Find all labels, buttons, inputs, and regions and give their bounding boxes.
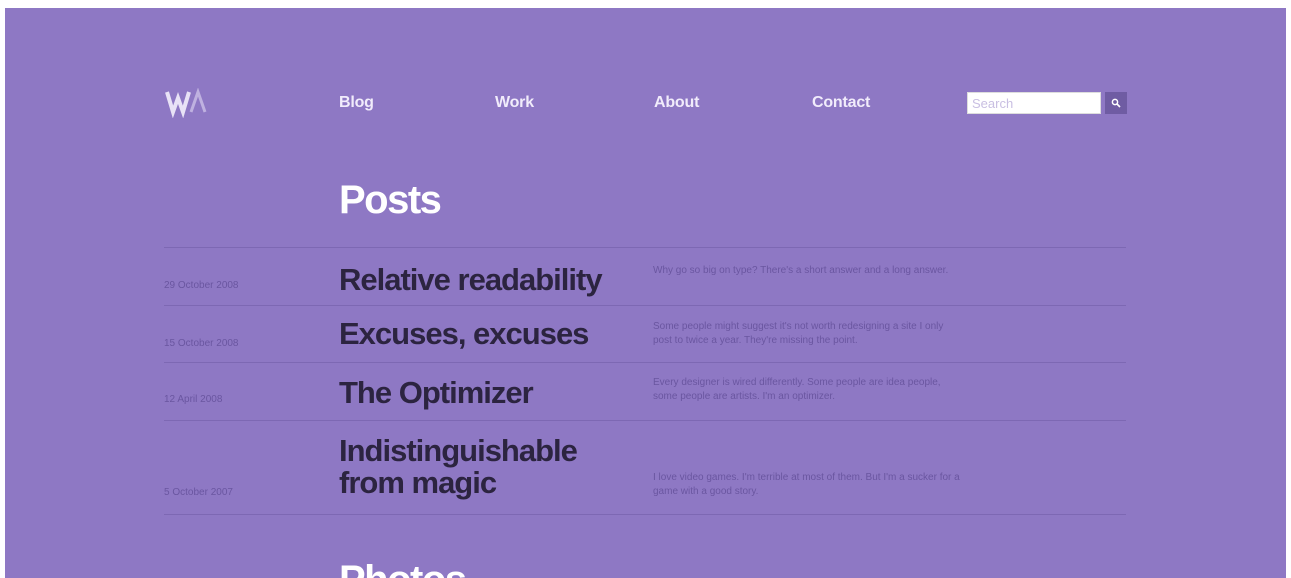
logo-mark-icon (165, 87, 207, 119)
post-excerpt: I love video games. I'm terrible at most… (653, 472, 960, 497)
nav-work[interactable]: Work (495, 94, 534, 112)
post-date: 12 April 2008 (164, 394, 223, 405)
divider (164, 247, 1126, 248)
photos-heading: Photos (339, 558, 467, 578)
nav-contact[interactable]: Contact (812, 94, 870, 112)
divider (164, 420, 1126, 421)
search-button[interactable] (1105, 92, 1127, 114)
post-title-link[interactable]: Indistinguishable from magic (339, 435, 619, 499)
divider (164, 305, 1126, 306)
post-date: 5 October 2007 (164, 487, 233, 498)
search-input[interactable] (967, 92, 1101, 114)
post-title-link[interactable]: The Optimizer (339, 377, 659, 409)
page-frame: Blog Work About Contact Posts 29 October… (5, 8, 1286, 578)
search-icon (1111, 98, 1121, 108)
post-date: 15 October 2008 (164, 338, 239, 349)
post-title-link[interactable]: Relative readability (339, 264, 659, 296)
post-excerpt: Some people might suggest it's not worth… (653, 321, 944, 346)
divider (164, 362, 1126, 363)
divider (164, 514, 1126, 515)
post-date: 29 October 2008 (164, 280, 239, 291)
nav-about[interactable]: About (654, 94, 699, 112)
post-excerpt: Why go so big on type? There's a short a… (653, 265, 949, 276)
site-logo[interactable] (165, 87, 215, 119)
post-excerpt: Every designer is wired differently. Som… (653, 377, 941, 402)
nav-blog[interactable]: Blog (339, 94, 374, 112)
posts-heading: Posts (339, 178, 442, 222)
post-title-link[interactable]: Excuses, excuses (339, 318, 659, 350)
